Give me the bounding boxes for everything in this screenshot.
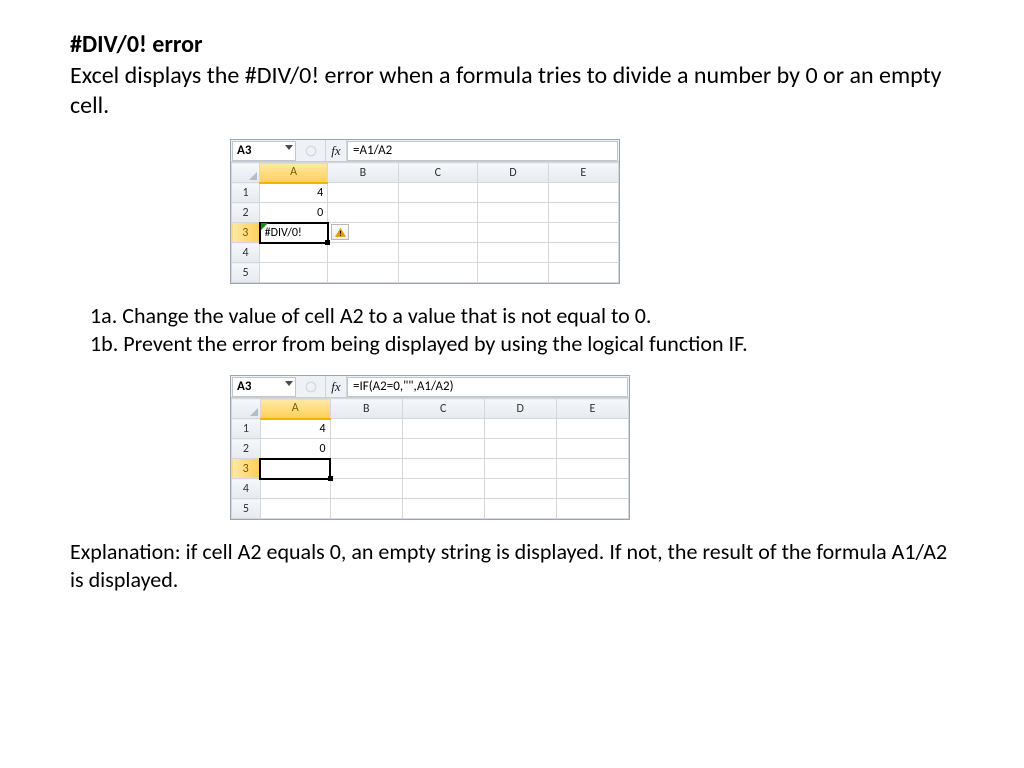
name-box-value: A3	[237, 379, 251, 394]
cell[interactable]	[398, 243, 478, 263]
cell[interactable]	[398, 223, 478, 243]
cell[interactable]	[478, 243, 548, 263]
cell[interactable]	[478, 183, 548, 203]
col-header-a[interactable]: A	[260, 399, 330, 419]
cell[interactable]	[398, 203, 478, 223]
cell[interactable]	[548, 243, 618, 263]
cell[interactable]	[330, 459, 402, 479]
row-header-4[interactable]: 4	[232, 243, 260, 263]
row-header-2[interactable]: 2	[232, 439, 261, 459]
col-header-c[interactable]: C	[402, 399, 484, 419]
cell[interactable]	[328, 183, 398, 203]
cell[interactable]	[548, 223, 618, 243]
cell[interactable]	[548, 183, 618, 203]
formula-bar: A3 fx =A1/A2	[231, 140, 619, 162]
cell[interactable]	[330, 499, 402, 519]
explanation-text: Explanation: if cell A2 equals 0, an emp…	[70, 538, 954, 593]
intro-text: Excel displays the #DIV/0! error when a …	[70, 61, 954, 121]
cell-a3-selected[interactable]	[260, 459, 330, 479]
cell[interactable]	[556, 459, 628, 479]
cell[interactable]	[402, 499, 484, 519]
cell[interactable]	[260, 263, 328, 283]
instructions: 1a. Change the value of cell A2 to a val…	[90, 302, 954, 357]
row-header-1[interactable]: 1	[232, 183, 260, 203]
select-all-corner[interactable]	[232, 399, 261, 419]
chevron-down-icon[interactable]	[285, 145, 293, 150]
page-title: #DIV/0! error	[70, 30, 954, 59]
row-header-3[interactable]: 3	[232, 223, 260, 243]
col-header-d[interactable]: D	[478, 163, 548, 183]
cell[interactable]	[484, 419, 556, 439]
cell[interactable]	[478, 263, 548, 283]
name-box-value: A3	[237, 143, 251, 158]
name-box[interactable]: A3	[232, 377, 296, 397]
step-1b: 1b. Prevent the error from being display…	[90, 330, 954, 358]
row-header-2[interactable]: 2	[232, 203, 260, 223]
col-header-b[interactable]: B	[330, 399, 402, 419]
fx-icon[interactable]: fx	[325, 376, 347, 397]
cell[interactable]	[328, 243, 398, 263]
excel-screenshot-1: A3 fx =A1/A2 A B C D E 1 4 2 0 3	[230, 139, 620, 284]
error-flag-icon	[261, 223, 268, 230]
cell[interactable]	[556, 479, 628, 499]
cell[interactable]	[548, 263, 618, 283]
cell-a2[interactable]: 0	[260, 439, 330, 459]
cell[interactable]	[478, 203, 548, 223]
row-header-5[interactable]: 5	[232, 263, 260, 283]
row-header-5[interactable]: 5	[232, 499, 261, 519]
row-header-1[interactable]: 1	[232, 419, 261, 439]
cell[interactable]	[330, 439, 402, 459]
cell[interactable]	[556, 439, 628, 459]
col-header-b[interactable]: B	[328, 163, 398, 183]
spreadsheet-grid[interactable]: A B C D E 1 4 2 0 3 4 5	[231, 398, 629, 519]
step-1a: 1a. Change the value of cell A2 to a val…	[90, 302, 954, 330]
cell[interactable]	[484, 479, 556, 499]
cell[interactable]	[556, 499, 628, 519]
fx-icon[interactable]: fx	[325, 140, 347, 161]
cell-a2[interactable]: 0	[260, 203, 328, 223]
cell[interactable]	[260, 243, 328, 263]
cell-a1[interactable]: 4	[260, 419, 330, 439]
cell-value: #DIV/0!	[265, 226, 302, 240]
cancel-icon	[297, 377, 325, 397]
cell[interactable]	[330, 419, 402, 439]
cell[interactable]	[484, 439, 556, 459]
cell[interactable]	[402, 439, 484, 459]
cell[interactable]	[478, 223, 548, 243]
cell[interactable]	[402, 419, 484, 439]
cell[interactable]	[328, 263, 398, 283]
cell[interactable]	[330, 479, 402, 499]
formula-input[interactable]: =IF(A2=0,"",A1/A2)	[347, 377, 628, 397]
name-box[interactable]: A3	[232, 141, 296, 161]
cell[interactable]	[548, 203, 618, 223]
cell[interactable]	[398, 263, 478, 283]
col-header-e[interactable]: E	[548, 163, 618, 183]
cell[interactable]	[484, 459, 556, 479]
cell[interactable]	[328, 203, 398, 223]
excel-screenshot-2: A3 fx =IF(A2=0,"",A1/A2) A B C D E 1 4 2…	[230, 375, 630, 520]
cell[interactable]	[402, 459, 484, 479]
row-header-4[interactable]: 4	[232, 479, 261, 499]
cell[interactable]	[260, 499, 330, 519]
cell[interactable]	[260, 479, 330, 499]
spreadsheet-grid[interactable]: A B C D E 1 4 2 0 3 #DIV/0!	[231, 162, 619, 283]
chevron-down-icon[interactable]	[285, 381, 293, 386]
cell[interactable]	[398, 183, 478, 203]
cell-a1[interactable]: 4	[260, 183, 328, 203]
col-header-a[interactable]: A	[260, 163, 328, 183]
cell[interactable]	[402, 479, 484, 499]
cancel-icon	[297, 141, 325, 161]
select-all-corner[interactable]	[232, 163, 260, 183]
col-header-d[interactable]: D	[484, 399, 556, 419]
cell-a3-selected[interactable]: #DIV/0!	[260, 223, 328, 243]
warning-icon[interactable]	[331, 224, 349, 240]
col-header-c[interactable]: C	[398, 163, 478, 183]
col-header-e[interactable]: E	[556, 399, 628, 419]
formula-input[interactable]: =A1/A2	[347, 141, 618, 161]
cell[interactable]	[556, 419, 628, 439]
formula-bar: A3 fx =IF(A2=0,"",A1/A2)	[231, 376, 629, 398]
cell[interactable]	[484, 499, 556, 519]
row-header-3[interactable]: 3	[232, 459, 261, 479]
